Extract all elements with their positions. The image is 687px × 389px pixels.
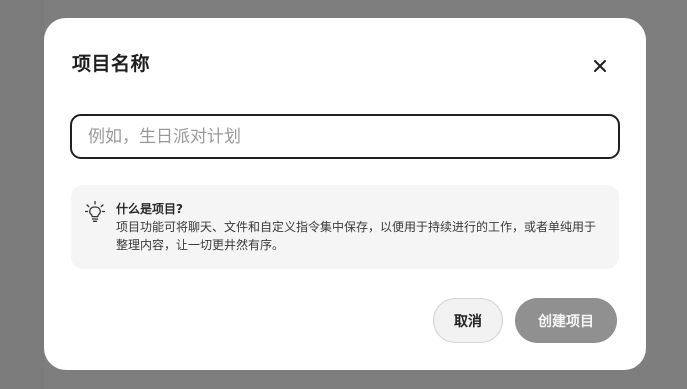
lightbulb-icon: [85, 201, 105, 222]
cancel-button[interactable]: 取消: [433, 298, 503, 343]
project-name-dialog: 项目名称 什么是项目? 项目功能可将聊天、文件和自定义指令集中保存，以便用于持续…: [44, 18, 646, 370]
info-heading: 什么是项目?: [116, 202, 183, 216]
create-project-button[interactable]: 创建项目: [515, 298, 617, 343]
close-button[interactable]: [590, 56, 610, 76]
dialog-title: 项目名称: [72, 53, 151, 75]
modal-backdrop[interactable]: [0, 0, 44, 389]
info-description: 项目功能可将聊天、文件和自定义指令集中保存，以便用于持续进行的工作，或者单纯用于…: [116, 220, 597, 252]
project-name-input[interactable]: [70, 114, 620, 159]
info-box: 什么是项目? 项目功能可将聊天、文件和自定义指令集中保存，以便用于持续进行的工作…: [71, 185, 619, 269]
close-icon: [594, 60, 606, 72]
